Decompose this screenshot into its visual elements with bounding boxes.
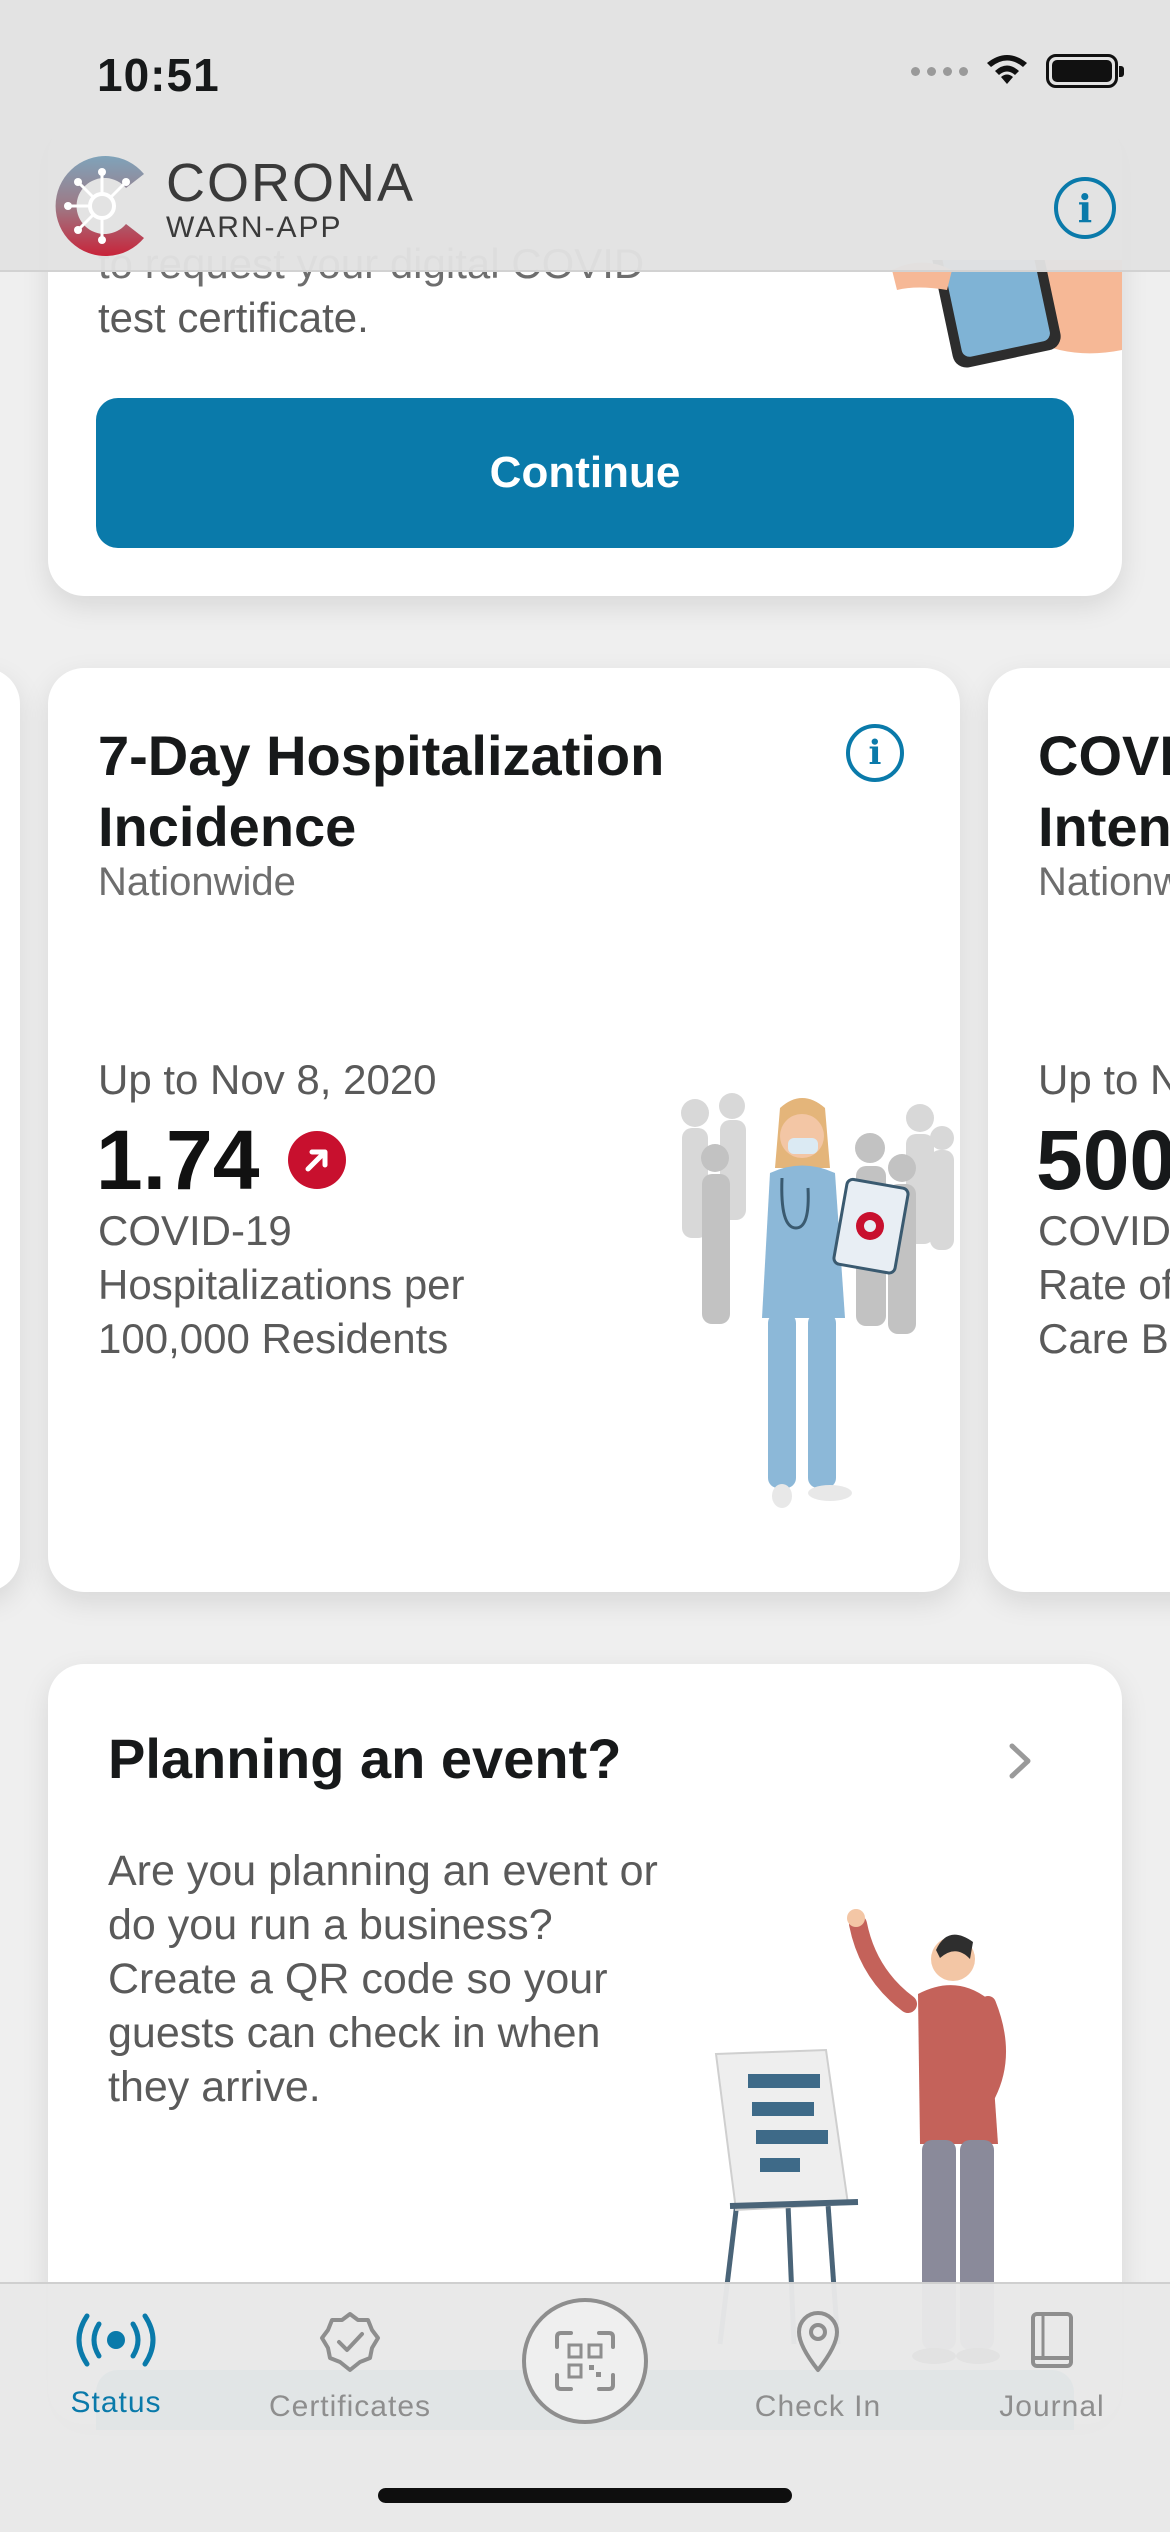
- certificate-text: to request your digital COVID test certi…: [98, 240, 644, 346]
- stat-description: COVID-19 Hospitalizations per 100,000 Re…: [98, 1207, 465, 1362]
- next-stat-value: 500: [1036, 1113, 1170, 1207]
- tab-certificates-label: Certificates: [268, 2390, 432, 2423]
- next-stat-date: Up to N: [1038, 1056, 1170, 1103]
- next-stat-desc-line-2: Rate of: [1038, 1261, 1170, 1308]
- next-stat-desc-line-1: COVID: [1038, 1207, 1170, 1254]
- app-screen: 10:51 CORONA WARN-APP i test certificate…: [0, 0, 1170, 2532]
- chevron-right-icon: [1009, 1743, 1031, 1779]
- status-icons: [911, 54, 1124, 88]
- certificate-text-line: test certificate.: [98, 294, 369, 341]
- cellular-signal-icon: [911, 66, 968, 76]
- next-stat-desc-line-3: Care B: [1038, 1315, 1169, 1362]
- next-stat-title-line-1: COVI: [1038, 724, 1170, 787]
- tab-check-in[interactable]: Check In: [718, 2310, 918, 2460]
- location-pin-icon: [797, 2311, 839, 2372]
- logo-line-2: WARN-APP: [166, 211, 343, 244]
- wifi-icon: [987, 55, 1027, 84]
- corona-warn-app-logo: [55, 156, 144, 256]
- tab-status-label: Status: [70, 2386, 162, 2419]
- app-logo-text: CORONA WARN-APP: [166, 156, 415, 246]
- tab-journal-label: Journal: [999, 2390, 1105, 2423]
- trend-up-icon: [287, 1131, 346, 1189]
- stat-value: 1.74: [96, 1113, 260, 1207]
- continue-button[interactable]: Continue: [96, 398, 1074, 548]
- stat-info-icon[interactable]: i: [846, 724, 904, 782]
- stat-card-title: 7-Day Hospitalization Incidence: [98, 724, 665, 858]
- certificate-badge-icon: [320, 2312, 380, 2372]
- stat-card-subtitle: Nationwide: [98, 860, 296, 904]
- qr-scan-icon: [555, 2331, 615, 2391]
- next-stat-description: COVID Rate of Care B: [1038, 1204, 1170, 1366]
- qr-scanner-button[interactable]: [522, 2298, 648, 2424]
- previous-stat-card[interactable]: [0, 668, 20, 1592]
- exposure-status-icon: [76, 2313, 156, 2367]
- next-stat-subtitle: Nationw: [1038, 860, 1170, 904]
- journal-book-icon: [1031, 2312, 1073, 2368]
- event-card-title: Planning an event?: [108, 1727, 622, 1790]
- stat-value-row: 1.74: [96, 1110, 346, 1210]
- tab-check-in-label: Check In: [754, 2390, 882, 2423]
- battery-icon: [1046, 54, 1124, 88]
- logo-line-1: CORONA: [166, 153, 416, 213]
- doctor-illustration: [681, 1093, 954, 1508]
- tab-certificates[interactable]: Certificates: [250, 2310, 450, 2460]
- tab-status[interactable]: Status: [16, 2310, 216, 2460]
- next-stat-title-line-2: Inten: [1038, 795, 1170, 858]
- stat-date: Up to Nov 8, 2020: [98, 1056, 437, 1103]
- next-stat-card[interactable]: COVI Inten Nationw Up to N 500 COVID Rat…: [988, 668, 1170, 1592]
- next-stat-title: COVI Inten: [1038, 720, 1170, 862]
- tab-journal[interactable]: Journal: [952, 2310, 1152, 2460]
- home-indicator[interactable]: [378, 2488, 792, 2503]
- hospitalization-incidence-card[interactable]: 7-Day Hospitalization Incidence Nationwi…: [48, 668, 960, 1592]
- info-icon[interactable]: i: [1054, 177, 1116, 239]
- event-card-body: Are you planning an event or do you run …: [108, 1847, 658, 2111]
- top-bar: 10:51 CORONA WARN-APP i: [0, 0, 1170, 272]
- status-time: 10:51: [97, 49, 220, 101]
